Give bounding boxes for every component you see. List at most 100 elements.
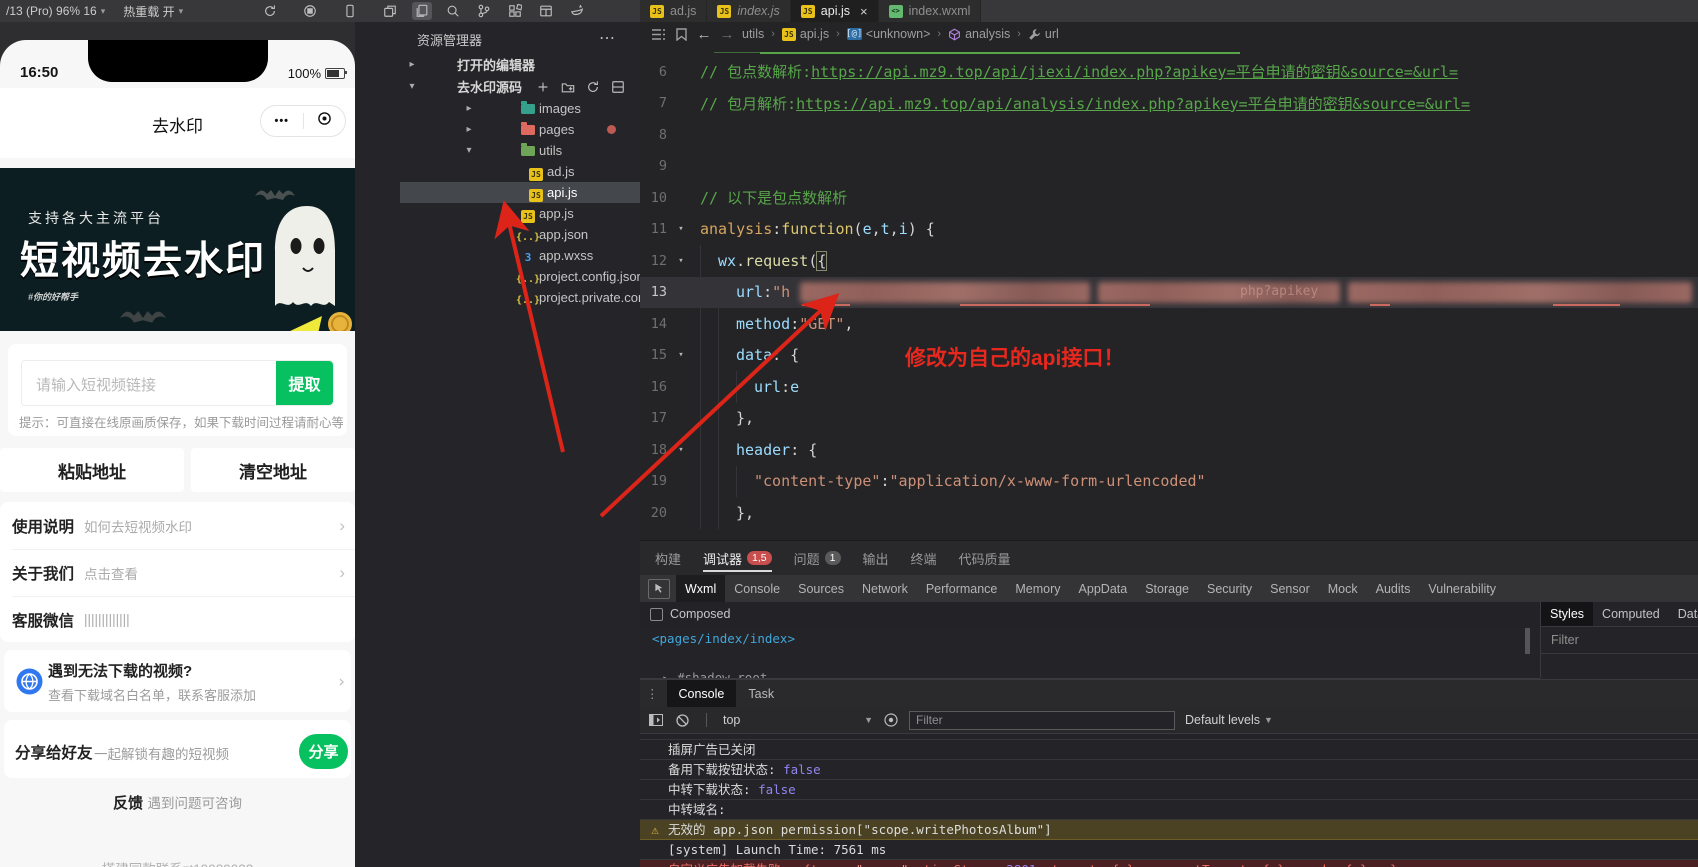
collapse-icon[interactable]	[610, 79, 626, 95]
panel-tab-终端[interactable]: 终端	[911, 541, 937, 575]
tab-index.js[interactable]: JS index.js	[707, 0, 791, 22]
log-levels-dropdown[interactable]: Default levels ▼	[1185, 713, 1273, 727]
git-branch-icon[interactable]	[474, 2, 494, 20]
panel-tab-调试器[interactable]: 调试器 1,5	[703, 541, 772, 575]
back-icon[interactable]: ←	[696, 26, 712, 43]
reload-icon[interactable]	[262, 3, 278, 19]
hot-reload-toggle[interactable]: 热重载 开 ▾	[123, 3, 183, 20]
share-button[interactable]: 分享	[299, 734, 348, 769]
tab-ad.js[interactable]: JS ad.js	[640, 0, 708, 22]
console-message[interactable]: 中转域名:	[640, 800, 1698, 820]
help-card[interactable]: 遇到无法下载的视频? 查看下载域名白名单，联系客服添加 ›	[4, 650, 351, 712]
code-line-8[interactable]: 8	[640, 119, 1698, 151]
more-icon[interactable]: •••	[261, 115, 303, 127]
tree-item-app.json[interactable]: {..} app.json	[400, 224, 640, 245]
wxml-tree[interactable]: <pages/index/index> ▸ #shadow-root	[640, 626, 1540, 679]
tree-item-images[interactable]: ▸ images	[400, 98, 640, 119]
devtools-tab-network[interactable]: Network	[853, 575, 917, 602]
styles-tab-computed[interactable]: Computed	[1593, 602, 1669, 626]
devtools-tab-sources[interactable]: Sources	[789, 575, 853, 602]
composed-checkbox[interactable]	[650, 607, 663, 621]
code-line-20[interactable]: 20},	[640, 497, 1698, 529]
devtools-tab-memory[interactable]: Memory	[1006, 575, 1069, 602]
console-tab-console[interactable]: Console	[666, 680, 737, 707]
tree-item-utils[interactable]: ▾ utils	[400, 140, 640, 161]
panel-tab-构建[interactable]: 构建	[655, 541, 681, 575]
ellipsis-icon[interactable]: ⋯	[599, 28, 616, 48]
refresh-icon[interactable]	[585, 79, 601, 95]
code-line-16[interactable]: 16 url: e	[640, 371, 1698, 403]
devtools-tab-audits[interactable]: Audits	[1367, 575, 1420, 602]
tree-item-project.config.json[interactable]: {..} project.config.json	[400, 266, 644, 287]
clear-address-button[interactable]: 清空地址	[191, 448, 355, 492]
console-message[interactable]: ⚠ 无效的 app.json permission["scope.writePho…	[640, 820, 1698, 840]
wxml-scrollbar[interactable]	[1525, 628, 1530, 654]
context-selector[interactable]: top ▼	[723, 713, 873, 727]
devtools-tab-security[interactable]: Security	[1198, 575, 1261, 602]
panel-tab-问题[interactable]: 问题 1	[794, 541, 841, 575]
console-tab-task[interactable]: Task	[736, 680, 786, 707]
code-area[interactable]: 6 // 包点数解析: https://api.mz9.top/api/jiexi…	[640, 56, 1698, 529]
kebab-menu-icon[interactable]: ⋮	[646, 686, 659, 701]
devtools-tab-console[interactable]: Console	[725, 575, 789, 602]
devtools-tab-performance[interactable]: Performance	[917, 575, 1007, 602]
close-icon[interactable]: ×	[860, 4, 868, 19]
video-link-input[interactable]: 请输入短视频链接 提取	[21, 360, 334, 406]
tree-item-app.wxss[interactable]: 3 app.wxss	[400, 245, 640, 266]
extensions-icon[interactable]	[505, 2, 525, 20]
tree-item-app.js[interactable]: JS app.js	[400, 203, 640, 224]
tab-api.js[interactable]: JS api.js ×	[790, 0, 879, 22]
tree-item-api.js[interactable]: JS api.js	[400, 182, 640, 203]
device-selector[interactable]: /13 (Pro) 96% 16 ▾	[6, 4, 105, 18]
code-line-11[interactable]: 11 ▾ analysis: function (e, t, i) {	[640, 214, 1698, 246]
fold-chevron-icon[interactable]: ▾	[674, 256, 688, 266]
explorer-section-1[interactable]: ▸ 打开的编辑器	[400, 54, 640, 75]
capsule-target-icon[interactable]	[304, 111, 346, 131]
console-message[interactable]: 中转下载状态: false	[640, 780, 1698, 800]
devtools-tab-storage[interactable]: Storage	[1136, 575, 1198, 602]
panel-tab-代码质量[interactable]: 代码质量	[959, 541, 1011, 575]
files-icon[interactable]	[412, 2, 432, 20]
eye-icon[interactable]	[883, 712, 899, 728]
breadcrumb-item-3[interactable]: [@] <unknown>	[846, 27, 930, 41]
devtools-tab-appdata[interactable]: AppData	[1070, 575, 1137, 602]
wxml-root-node[interactable]: <pages/index/index>	[652, 631, 795, 646]
styles-filter-input[interactable]: Filter	[1541, 627, 1698, 654]
fold-chevron-icon[interactable]: ▾	[674, 350, 688, 360]
code-line-18[interactable]: 18 ▾ header: {	[640, 434, 1698, 466]
tree-item-ad.js[interactable]: JS ad.js	[400, 161, 640, 182]
extract-button[interactable]: 提取	[276, 361, 333, 405]
code-line-17[interactable]: 17},	[640, 402, 1698, 434]
devtools-tab-sensor[interactable]: Sensor	[1261, 575, 1319, 602]
code-line-19[interactable]: 19 "content-type": "application/x-www-for…	[640, 465, 1698, 497]
code-line-14[interactable]: 14 method: "GET",	[640, 308, 1698, 340]
forward-icon[interactable]: →	[719, 26, 735, 43]
breadcrumb[interactable]: ← → utils › JS api.js › [@] <unknown> › analysis › u…	[640, 22, 1698, 46]
menu-item-3[interactable]: 客服微信 |||||||||||||	[12, 596, 345, 643]
new-file-icon[interactable]	[535, 79, 551, 95]
console-filter-input[interactable]: Filter	[909, 710, 1175, 730]
explorer-section-2[interactable]: ▾ 去水印源码	[400, 76, 640, 97]
whale-icon[interactable]	[567, 2, 587, 20]
inspect-element-icon[interactable]	[640, 578, 676, 599]
code-line-15[interactable]: 15 ▾ data: {	[640, 339, 1698, 371]
phone-icon[interactable]	[342, 3, 358, 19]
fold-chevron-icon[interactable]: ▾	[674, 224, 688, 234]
styles-tab-styles[interactable]: Styles	[1541, 602, 1594, 626]
breadcrumb-item-2[interactable]: JS api.js	[781, 27, 829, 41]
outline-icon[interactable]	[650, 26, 666, 42]
tree-item-pages[interactable]: ▸ pages	[400, 119, 640, 140]
clear-console-icon[interactable]	[674, 712, 690, 728]
console-message[interactable]: !自定义广告加载失败 ▸ {type: "error", timeStamp: …	[640, 860, 1698, 867]
breadcrumb-item-1[interactable]: utils	[742, 27, 764, 41]
new-folder-icon[interactable]	[560, 79, 576, 95]
code-line-13[interactable]: 13 url: "h php?apikey	[640, 276, 1698, 308]
code-line-9[interactable]: 9	[640, 151, 1698, 183]
layout-icon[interactable]	[536, 2, 556, 20]
breadcrumb-item-4[interactable]: analysis	[948, 27, 1010, 41]
windows-icon[interactable]	[382, 3, 398, 19]
breadcrumb-item-5[interactable]: url	[1028, 27, 1059, 41]
menu-item-2[interactable]: 关于我们 点击查看 ›	[12, 549, 345, 596]
devtools-tab-wxml[interactable]: Wxml	[676, 575, 726, 602]
menu-item-1[interactable]: 使用说明 如何去短视频水印 ›	[12, 502, 345, 549]
